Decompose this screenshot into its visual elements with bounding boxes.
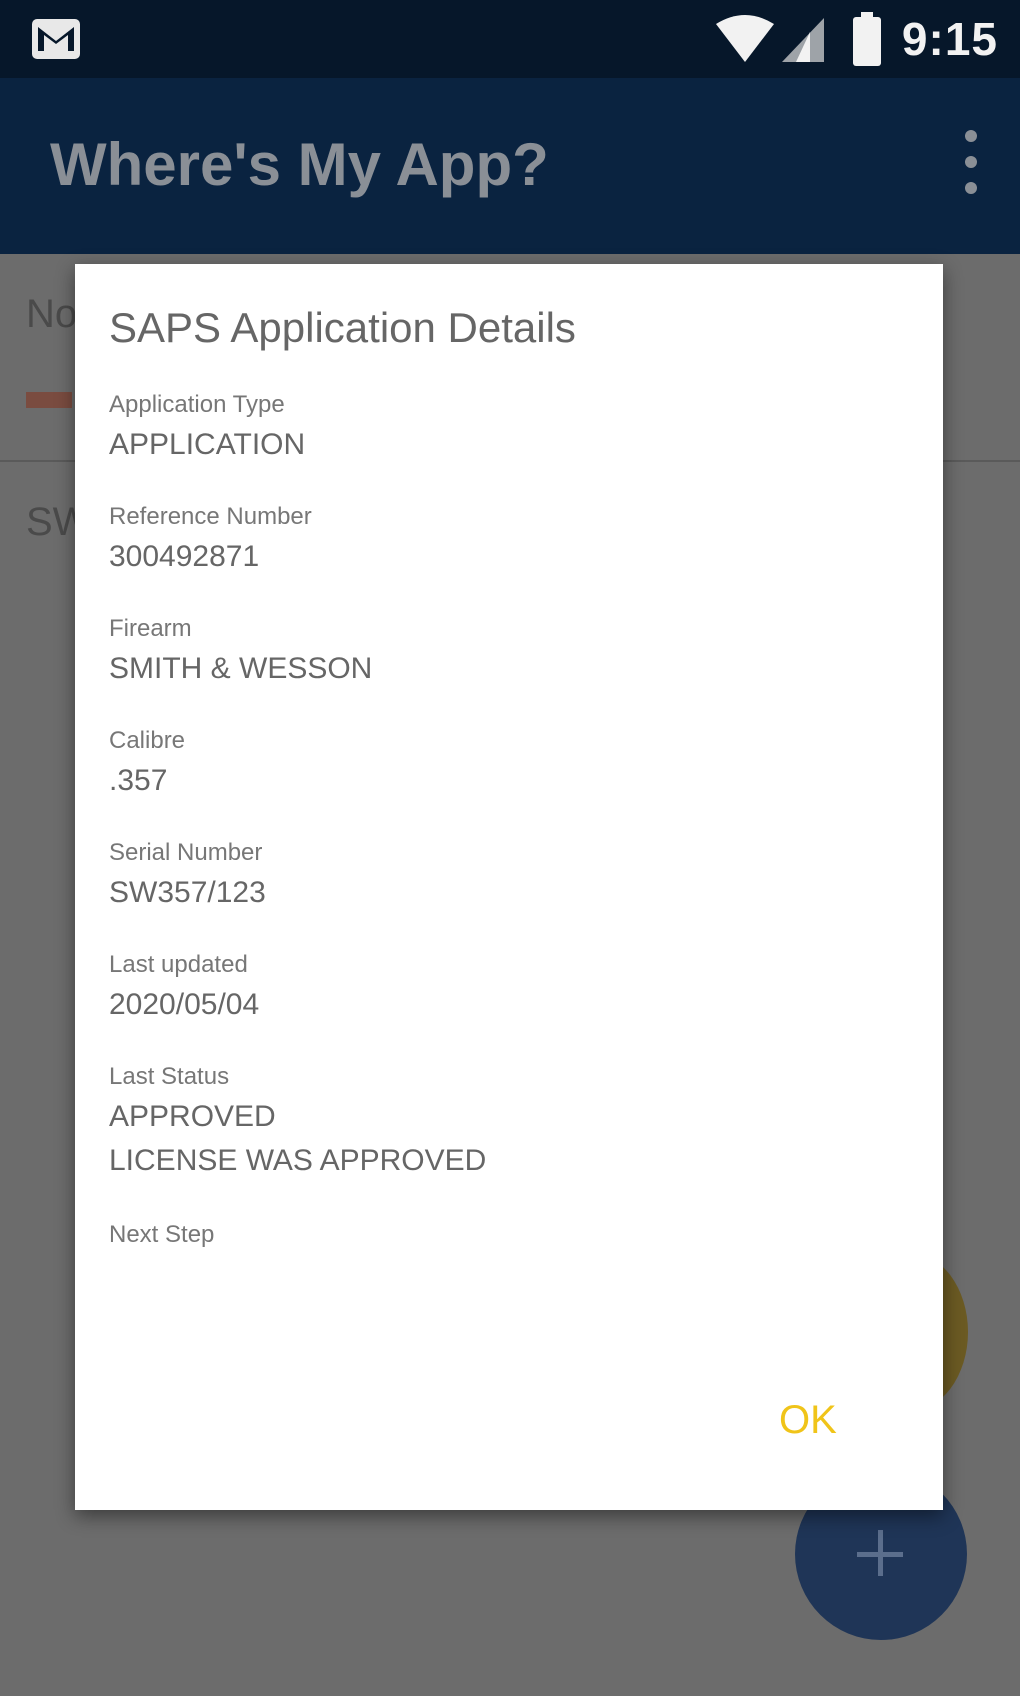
field-value: APPROVED (109, 1100, 276, 1133)
status-time: 9:15 (901, 13, 998, 65)
ok-button[interactable]: OK (767, 1392, 849, 1449)
field-calibre: Calibre .357 (109, 726, 185, 802)
field-label: Next Step (109, 1221, 215, 1248)
field-value: .357 (109, 764, 168, 797)
app-title: Where's My App? (50, 131, 549, 198)
field-label: Last updated (109, 951, 248, 978)
field-label: Serial Number (109, 839, 263, 866)
background-item-status (26, 392, 72, 408)
dialog-title: SAPS Application Details (109, 304, 576, 351)
field-firearm: Firearm SMITH & WESSON (109, 614, 372, 690)
field-label: Calibre (109, 727, 186, 754)
field-reference-number: Reference Number 300492871 (109, 502, 312, 578)
status-bar: 9:15 (0, 0, 1020, 78)
field-label: Firearm (109, 615, 192, 642)
battery-icon (853, 12, 881, 66)
field-value: LICENSE WAS APPROVED (109, 1144, 487, 1177)
app-bar: Where's My App? (0, 78, 1020, 254)
field-label: Reference Number (109, 503, 312, 530)
field-next-step: Next Step (109, 1220, 214, 1250)
field-serial-number: Serial Number SW357/123 (109, 838, 266, 914)
field-last-status: Last Status APPROVED LICENSE WAS APPROVE… (109, 1062, 486, 1182)
wifi-icon (716, 15, 774, 62)
field-value: 2020/05/04 (109, 988, 260, 1021)
field-value: APPLICATION (109, 428, 306, 461)
application-details-dialog: SAPS Application Details Application Typ… (75, 264, 943, 1510)
field-label: Last Status (109, 1063, 230, 1090)
gmail-notification-icon (32, 19, 80, 59)
background-item-title[interactable]: No (26, 292, 77, 337)
field-application-type: Application Type APPLICATION (109, 390, 305, 466)
cell-signal-icon (782, 18, 824, 62)
field-label: Application Type (109, 391, 285, 418)
overflow-menu-icon[interactable] (950, 130, 990, 200)
field-value: SW357/123 (109, 876, 266, 909)
field-last-updated: Last updated 2020/05/04 (109, 950, 259, 1026)
field-value: SMITH & WESSON (109, 652, 373, 685)
field-value: 300492871 (109, 540, 260, 573)
